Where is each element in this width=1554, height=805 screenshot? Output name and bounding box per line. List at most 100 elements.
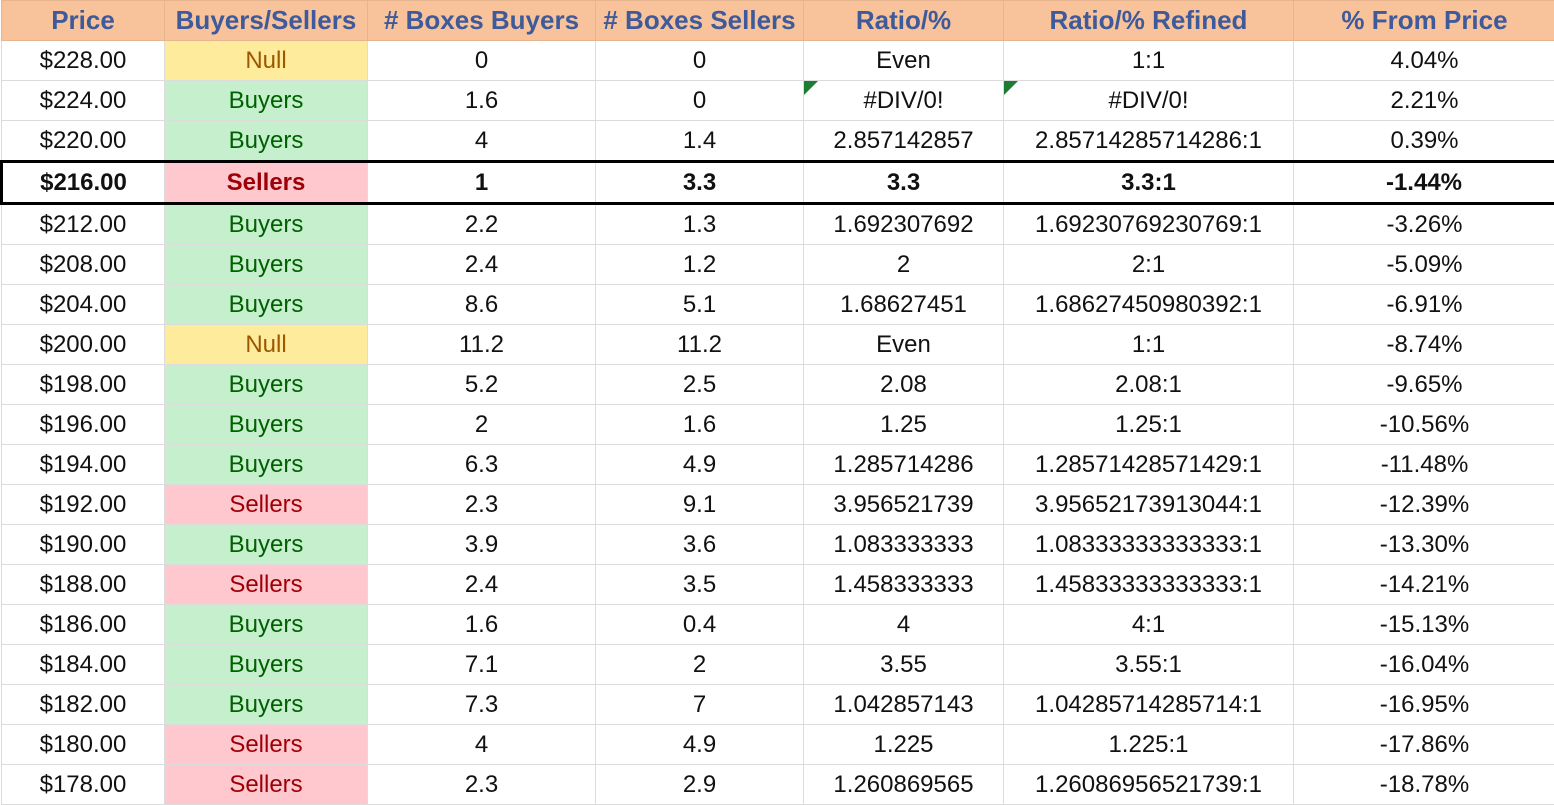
price-cell[interactable]: $196.00: [2, 405, 165, 445]
ratio-cell[interactable]: 1.042857143: [804, 685, 1004, 725]
ratio-refined-cell[interactable]: 1:1: [1004, 325, 1294, 365]
boxes-buyers-cell[interactable]: 2.4: [368, 565, 596, 605]
ratio-refined-cell[interactable]: 1.45833333333333:1: [1004, 565, 1294, 605]
ratio-refined-cell[interactable]: 1.225:1: [1004, 725, 1294, 765]
boxes-buyers-cell[interactable]: 7.3: [368, 685, 596, 725]
from-price-cell[interactable]: 4.04%: [1294, 41, 1554, 81]
side-cell[interactable]: Sellers: [165, 162, 368, 204]
side-cell[interactable]: Sellers: [165, 725, 368, 765]
from-price-cell[interactable]: -3.26%: [1294, 204, 1554, 245]
price-cell[interactable]: $200.00: [2, 325, 165, 365]
ratio-refined-cell[interactable]: 2.08:1: [1004, 365, 1294, 405]
ratio-cell[interactable]: 1.260869565: [804, 765, 1004, 805]
ratio-cell[interactable]: 3.956521739: [804, 485, 1004, 525]
price-cell[interactable]: $212.00: [2, 204, 165, 245]
side-cell[interactable]: Buyers: [165, 525, 368, 565]
ratio-refined-cell[interactable]: #DIV/0!: [1004, 81, 1294, 121]
from-price-cell[interactable]: -5.09%: [1294, 245, 1554, 285]
from-price-cell[interactable]: -12.39%: [1294, 485, 1554, 525]
side-cell[interactable]: Buyers: [165, 445, 368, 485]
boxes-sellers-cell[interactable]: 3.3: [596, 162, 804, 204]
ratio-cell[interactable]: 2.08: [804, 365, 1004, 405]
from-price-cell[interactable]: -10.56%: [1294, 405, 1554, 445]
boxes-sellers-cell[interactable]: 0: [596, 81, 804, 121]
ratio-cell[interactable]: 2: [804, 245, 1004, 285]
ratio-cell[interactable]: Even: [804, 325, 1004, 365]
from-price-cell[interactable]: -14.21%: [1294, 565, 1554, 605]
ratio-refined-cell[interactable]: 2:1: [1004, 245, 1294, 285]
header-boxes-buyers[interactable]: # Boxes Buyers: [368, 1, 596, 41]
boxes-buyers-cell[interactable]: 2.4: [368, 245, 596, 285]
price-cell[interactable]: $220.00: [2, 121, 165, 162]
price-cell[interactable]: $178.00: [2, 765, 165, 805]
side-cell[interactable]: Buyers: [165, 365, 368, 405]
ratio-cell[interactable]: 1.285714286: [804, 445, 1004, 485]
boxes-buyers-cell[interactable]: 1.6: [368, 81, 596, 121]
ratio-refined-cell[interactable]: 1.26086956521739:1: [1004, 765, 1294, 805]
boxes-sellers-cell[interactable]: 2: [596, 645, 804, 685]
from-price-cell[interactable]: -9.65%: [1294, 365, 1554, 405]
header-boxes-sellers[interactable]: # Boxes Sellers: [596, 1, 804, 41]
ratio-cell[interactable]: 1.692307692: [804, 204, 1004, 245]
ratio-refined-cell[interactable]: 1:1: [1004, 41, 1294, 81]
header-from-price[interactable]: % From Price: [1294, 1, 1554, 41]
ratio-cell[interactable]: 3.3: [804, 162, 1004, 204]
ratio-cell[interactable]: 2.857142857: [804, 121, 1004, 162]
boxes-buyers-cell[interactable]: 2: [368, 405, 596, 445]
from-price-cell[interactable]: 0.39%: [1294, 121, 1554, 162]
price-cell[interactable]: $198.00: [2, 365, 165, 405]
side-cell[interactable]: Buyers: [165, 605, 368, 645]
ratio-cell[interactable]: 1.225: [804, 725, 1004, 765]
ratio-refined-cell[interactable]: 3.55:1: [1004, 645, 1294, 685]
boxes-buyers-cell[interactable]: 11.2: [368, 325, 596, 365]
boxes-buyers-cell[interactable]: 5.2: [368, 365, 596, 405]
ratio-refined-cell[interactable]: 1.08333333333333:1: [1004, 525, 1294, 565]
boxes-sellers-cell[interactable]: 2.5: [596, 365, 804, 405]
boxes-sellers-cell[interactable]: 2.9: [596, 765, 804, 805]
side-cell[interactable]: Sellers: [165, 485, 368, 525]
boxes-buyers-cell[interactable]: 0: [368, 41, 596, 81]
price-cell[interactable]: $188.00: [2, 565, 165, 605]
side-cell[interactable]: Sellers: [165, 765, 368, 805]
from-price-cell[interactable]: -1.44%: [1294, 162, 1554, 204]
header-ratio-refined[interactable]: Ratio/% Refined: [1004, 1, 1294, 41]
from-price-cell[interactable]: -17.86%: [1294, 725, 1554, 765]
side-cell[interactable]: Buyers: [165, 121, 368, 162]
price-cell[interactable]: $190.00: [2, 525, 165, 565]
price-cell[interactable]: $216.00: [2, 162, 165, 204]
boxes-sellers-cell[interactable]: 0: [596, 41, 804, 81]
ratio-cell[interactable]: 3.55: [804, 645, 1004, 685]
price-cell[interactable]: $184.00: [2, 645, 165, 685]
boxes-sellers-cell[interactable]: 1.4: [596, 121, 804, 162]
price-cell[interactable]: $204.00: [2, 285, 165, 325]
header-buyers-sellers[interactable]: Buyers/Sellers: [165, 1, 368, 41]
price-cell[interactable]: $224.00: [2, 81, 165, 121]
price-cell[interactable]: $180.00: [2, 725, 165, 765]
ratio-refined-cell[interactable]: 4:1: [1004, 605, 1294, 645]
boxes-buyers-cell[interactable]: 4: [368, 725, 596, 765]
side-cell[interactable]: Null: [165, 41, 368, 81]
price-cell[interactable]: $194.00: [2, 445, 165, 485]
ratio-cell[interactable]: 1.083333333: [804, 525, 1004, 565]
side-cell[interactable]: Buyers: [165, 204, 368, 245]
ratio-cell[interactable]: 1.458333333: [804, 565, 1004, 605]
side-cell[interactable]: Buyers: [165, 645, 368, 685]
ratio-refined-cell[interactable]: 3.95652173913044:1: [1004, 485, 1294, 525]
boxes-sellers-cell[interactable]: 3.6: [596, 525, 804, 565]
boxes-buyers-cell[interactable]: 8.6: [368, 285, 596, 325]
price-cell[interactable]: $182.00: [2, 685, 165, 725]
boxes-sellers-cell[interactable]: 5.1: [596, 285, 804, 325]
side-cell[interactable]: Sellers: [165, 565, 368, 605]
from-price-cell[interactable]: -8.74%: [1294, 325, 1554, 365]
from-price-cell[interactable]: -16.95%: [1294, 685, 1554, 725]
boxes-buyers-cell[interactable]: 7.1: [368, 645, 596, 685]
from-price-cell[interactable]: -6.91%: [1294, 285, 1554, 325]
boxes-buyers-cell[interactable]: 2.3: [368, 765, 596, 805]
boxes-sellers-cell[interactable]: 9.1: [596, 485, 804, 525]
ratio-refined-cell[interactable]: 1.25:1: [1004, 405, 1294, 445]
ratio-refined-cell[interactable]: 2.85714285714286:1: [1004, 121, 1294, 162]
boxes-buyers-cell[interactable]: 2.3: [368, 485, 596, 525]
boxes-buyers-cell[interactable]: 1: [368, 162, 596, 204]
ratio-refined-cell[interactable]: 3.3:1: [1004, 162, 1294, 204]
ratio-cell[interactable]: Even: [804, 41, 1004, 81]
